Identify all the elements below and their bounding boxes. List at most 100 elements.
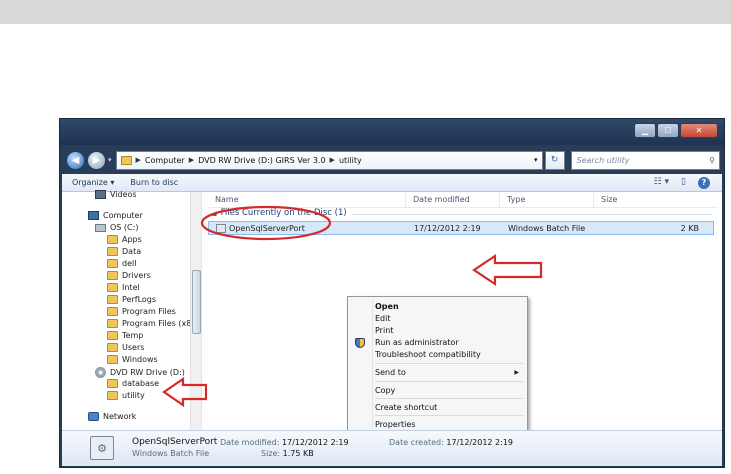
network-icon <box>88 412 99 421</box>
menu-item-edit[interactable]: Edit <box>375 314 391 323</box>
folder-icon <box>107 331 118 340</box>
breadcrumb-computer[interactable]: Computer <box>145 156 185 165</box>
menu-separator <box>375 363 523 364</box>
explorer-window: ▁ ☐ ✕ ◀ ▶ ▾ ▶ Computer ▶ DVD RW Drive (D… <box>59 118 725 468</box>
sidebar-item-drivers[interactable]: Drivers <box>107 271 151 280</box>
sidebar-item-apps[interactable]: Apps <box>107 235 142 244</box>
scrollbar-thumb[interactable] <box>192 270 201 334</box>
content-area: Videos Computer OS (C:) Apps Data dell D… <box>62 190 722 432</box>
group-label: Files Currently on the Disc (1) <box>220 208 347 218</box>
menu-item-create-shortcut[interactable]: Create shortcut <box>375 403 437 412</box>
column-size[interactable]: Size <box>594 192 654 208</box>
folder-icon <box>107 283 118 292</box>
column-type[interactable]: Type <box>500 191 594 208</box>
search-icon[interactable]: ⚲ <box>709 156 715 165</box>
sidebar-item-data[interactable]: Data <box>107 247 141 256</box>
column-name[interactable]: Name <box>208 191 406 208</box>
group-header[interactable]: ◢ Files Currently on the Disc (1) <box>212 208 712 218</box>
batch-file-icon <box>216 223 226 233</box>
back-arrow-icon[interactable]: ◀ <box>66 150 85 170</box>
details-size-label: Size: <box>261 449 281 458</box>
minimize-button[interactable]: ▁ <box>634 123 656 138</box>
sidebar-item-program-files[interactable]: Program Files <box>107 307 176 316</box>
search-placeholder: Search utility <box>576 155 630 165</box>
folder-icon <box>120 155 132 165</box>
folder-icon <box>107 379 118 388</box>
sidebar-item-perflogs[interactable]: PerfLogs <box>107 295 156 304</box>
breadcrumb-dvd-drive[interactable]: DVD RW Drive (D:) GIRS Ver 3.0 <box>198 156 325 165</box>
view-controls: ☷ ▾ ▯ ? <box>654 176 722 189</box>
uac-shield-icon <box>355 338 365 348</box>
file-date: 17/12/2012 2:19 <box>414 223 481 233</box>
chevron-right-icon[interactable]: ▶ <box>136 156 141 164</box>
recent-pages-dropdown-icon[interactable]: ▾ <box>108 156 112 164</box>
menu-item-properties[interactable]: Properties <box>375 420 415 429</box>
sidebar-item-network[interactable]: Network <box>88 412 136 421</box>
details-filename: OpenSqlServerPort <box>132 437 218 447</box>
close-button[interactable]: ✕ <box>680 123 718 138</box>
sidebar-item-dell[interactable]: dell <box>107 259 136 268</box>
chevron-right-icon[interactable]: ▶ <box>330 156 335 164</box>
search-input[interactable]: Search utility ⚲ <box>570 150 720 170</box>
file-name: OpenSqlServerPort <box>229 223 305 233</box>
command-bar: Organize ▾ Burn to disc ☷ ▾ ▯ ? <box>62 174 722 192</box>
details-pane: ⚙ OpenSqlServerPort Windows Batch File D… <box>62 430 722 466</box>
menu-item-send-to[interactable]: Send to <box>375 368 406 377</box>
batch-file-large-icon: ⚙ <box>90 436 114 460</box>
column-headers: Name Date modified Type Size <box>208 191 718 208</box>
folder-icon <box>107 259 118 268</box>
folder-icon <box>107 307 118 316</box>
sidebar-item-database[interactable]: database <box>107 379 159 388</box>
navigation-pane: Videos Computer OS (C:) Apps Data dell D… <box>62 190 202 430</box>
menu-item-open[interactable]: Open <box>375 302 399 311</box>
sidebar-item-videos[interactable]: Videos <box>95 190 137 199</box>
collapse-triangle-icon[interactable]: ◢ <box>212 210 217 217</box>
menu-separator <box>375 415 523 416</box>
change-view-icon[interactable]: ☷ ▾ <box>654 177 669 189</box>
sidebar-item-os-c[interactable]: OS (C:) <box>95 223 138 232</box>
maximize-button[interactable]: ☐ <box>657 123 679 138</box>
menu-item-run-as-administrator[interactable]: Run as administrator <box>375 338 459 347</box>
computer-icon <box>88 211 99 220</box>
burn-to-disc-button[interactable]: Burn to disc <box>130 178 178 187</box>
folder-icon <box>107 271 118 280</box>
group-divider <box>352 214 712 215</box>
sidebar-item-dvd-rw-drive[interactable]: DVD RW Drive (D:) <box>95 367 185 378</box>
navigation-scrollbar[interactable] <box>190 192 201 430</box>
sidebar-item-temp[interactable]: Temp <box>107 331 143 340</box>
menu-item-copy[interactable]: Copy <box>375 386 395 395</box>
menu-item-print[interactable]: Print <box>375 326 393 335</box>
drive-icon <box>95 223 106 232</box>
address-bar[interactable]: ▶ Computer ▶ DVD RW Drive (D:) GIRS Ver … <box>115 150 543 170</box>
column-date-modified[interactable]: Date modified <box>406 191 500 208</box>
help-icon[interactable]: ? <box>698 176 710 189</box>
chevron-right-icon[interactable]: ▶ <box>189 156 194 164</box>
preview-pane-icon[interactable]: ▯ <box>681 177 686 189</box>
folder-icon <box>107 319 118 328</box>
menu-item-troubleshoot-compatibility[interactable]: Troubleshoot compatibility <box>375 350 481 359</box>
folder-icon <box>107 295 118 304</box>
organize-button[interactable]: Organize ▾ <box>72 178 114 187</box>
details-file-type: Windows Batch File <box>132 449 210 458</box>
refresh-icon[interactable]: ↻ <box>544 150 565 170</box>
window-controls: ▁ ☐ ✕ <box>634 123 718 138</box>
sidebar-item-computer[interactable]: Computer <box>88 211 143 220</box>
file-type: Windows Batch File <box>508 223 586 233</box>
folder-icon <box>107 391 118 400</box>
details-date-modified: 17/12/2012 2:19 <box>281 438 349 447</box>
sidebar-item-windows[interactable]: Windows <box>107 355 158 364</box>
sidebar-item-users[interactable]: Users <box>107 343 144 352</box>
menu-separator <box>375 398 523 399</box>
table-row[interactable]: OpenSqlServerPort 17/12/2012 2:19 Window… <box>208 221 714 235</box>
video-library-icon <box>95 190 106 199</box>
breadcrumb-utility[interactable]: utility <box>339 156 362 165</box>
sidebar-item-program-files-x86[interactable]: Program Files (x8 <box>107 319 191 328</box>
folder-icon <box>107 343 118 352</box>
address-dropdown-icon[interactable]: ▾ <box>534 156 542 164</box>
sidebar-item-intel[interactable]: Intel <box>107 283 140 292</box>
forward-arrow-icon[interactable]: ▶ <box>87 150 106 170</box>
dvd-drive-icon <box>95 367 106 378</box>
sidebar-item-utility[interactable]: utility <box>107 391 145 400</box>
menu-separator <box>375 381 523 382</box>
details-date-modified-label: Date modified: <box>220 438 280 447</box>
